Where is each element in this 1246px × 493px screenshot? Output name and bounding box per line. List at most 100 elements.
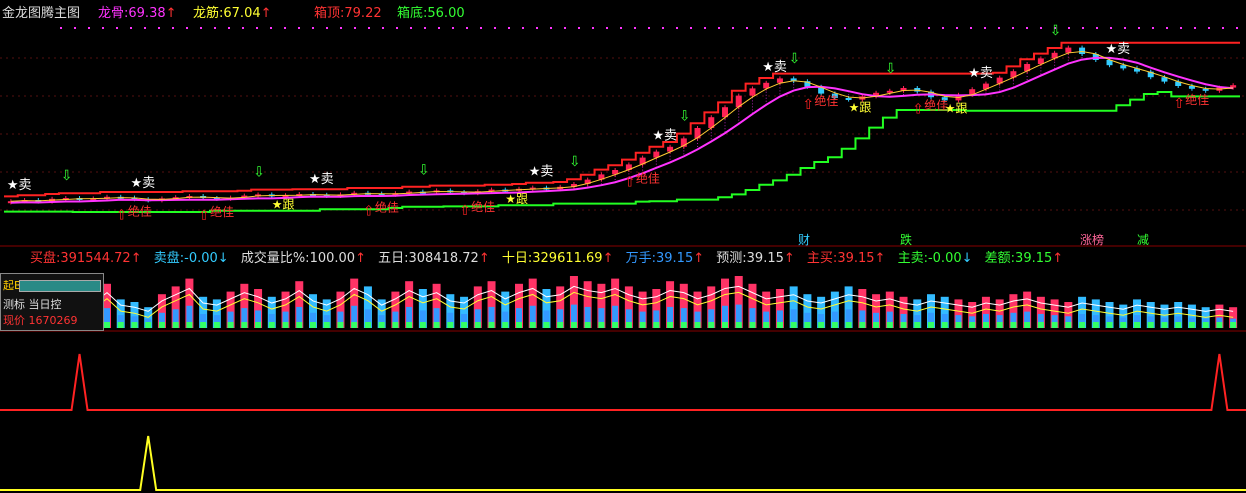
dot [746,27,748,29]
vol-value: -0.00 [927,251,962,266]
sell-signal: ★卖 [652,129,677,144]
volume-base [653,322,660,328]
dot [732,27,734,29]
follow-signal: ★跟 [945,101,968,115]
dot [480,27,482,29]
volume-base [474,322,481,328]
down-arrow-icon: ⇩ [61,168,73,184]
event-label-cai: 财 [798,233,811,247]
vol-item-10d: 十日:329611.69↑ [502,251,614,266]
volume-base [763,322,770,328]
volume-base [282,322,289,328]
dot [1138,27,1140,29]
volume-base [1010,322,1017,328]
down-arrow-icon: ↓ [217,251,229,266]
up-arrow-icon: ↑ [693,251,705,266]
dot [1082,27,1084,29]
volume-base [639,322,646,328]
dot [802,27,804,29]
volume-base [708,322,715,328]
volume-header: 买盘:391544.72↑ 卖盘:-0.00↓ 成交量比%:100.00↑ 五日… [30,251,1063,267]
volume-base [1065,322,1072,328]
volume-base [612,322,619,328]
volume-base [406,322,413,328]
dot [1068,27,1070,29]
sell-signal: ★卖 [1106,42,1131,57]
vol-value: 39.15 [837,251,875,266]
dot [1110,27,1112,29]
volume-base [667,322,674,328]
buy-signal: 绝佳 [471,199,495,214]
dot [536,27,538,29]
up-arrow-icon: ↑ [478,251,490,266]
dot [984,27,986,29]
dot [648,27,650,29]
header-label: 箱底: [397,6,428,21]
dot [1208,27,1210,29]
volume-base [310,322,316,328]
box-top-line [4,41,1240,198]
volume-base [1106,322,1113,328]
dot [690,27,692,29]
dot [914,27,916,29]
vol-label: 买盘: [30,251,61,266]
volume-base [145,322,152,328]
volume-base [557,322,564,328]
dot [438,27,440,29]
vol-item-main-sell: 主卖:-0.00↓ [898,251,973,266]
dot [340,27,342,29]
volume-base [1051,322,1058,328]
volume-base [941,322,948,328]
dot [970,27,972,29]
dot [116,27,118,29]
up-arrow-icon: ⇧ [116,208,128,224]
volume-base [364,322,371,328]
up-arrow-icon: ↑ [355,251,366,266]
dot [88,27,90,29]
down-arrow-icon: ⇩ [253,164,265,180]
volume-bars [6,276,1238,328]
volume-base [268,322,275,328]
dot [942,27,944,29]
dot [1096,27,1098,29]
down-arrow-icon: ↓ [961,251,973,266]
series-longgu [10,56,1234,204]
dot [102,27,104,29]
volume-base [680,322,687,328]
candle-body [1120,65,1127,69]
volume-base [255,322,262,328]
lower-red-line [0,353,1246,411]
candle-body [1079,47,1086,54]
dot [788,27,790,29]
vol-value: 39.15 [746,251,784,266]
dot [452,27,454,29]
buy-signal: 绝佳 [375,200,399,215]
dot [1222,27,1224,29]
volume-base [213,322,220,328]
volume-base [625,322,632,328]
up-arrow-icon: ↑ [602,251,614,266]
volume-base [818,322,825,328]
volume-base [886,322,893,328]
up-arrow-icon: ↑ [260,6,272,21]
dot [1040,27,1042,29]
follow-signal: ★跟 [849,101,872,115]
down-arrow-icon: ⇩ [789,51,801,67]
dot [74,27,76,29]
dot [1012,27,1014,29]
volume-base [447,322,454,328]
up-arrow-icon: ↑ [165,6,177,21]
buy-signal: 绝佳 [210,204,234,219]
up-arrow-icon: ⇧ [802,97,814,113]
dot [312,27,314,29]
volume-base [996,322,1003,328]
header-value: 56.00 [427,6,465,21]
header-label: 龙筋: [193,6,224,21]
volume-base [117,322,124,328]
sell-signal: ★卖 [529,165,554,180]
volume-base [433,322,440,328]
dot [130,27,132,29]
vol-value: 308418.72 [408,251,479,266]
up-arrow-icon: ↑ [874,251,886,266]
volume-base [845,322,852,328]
